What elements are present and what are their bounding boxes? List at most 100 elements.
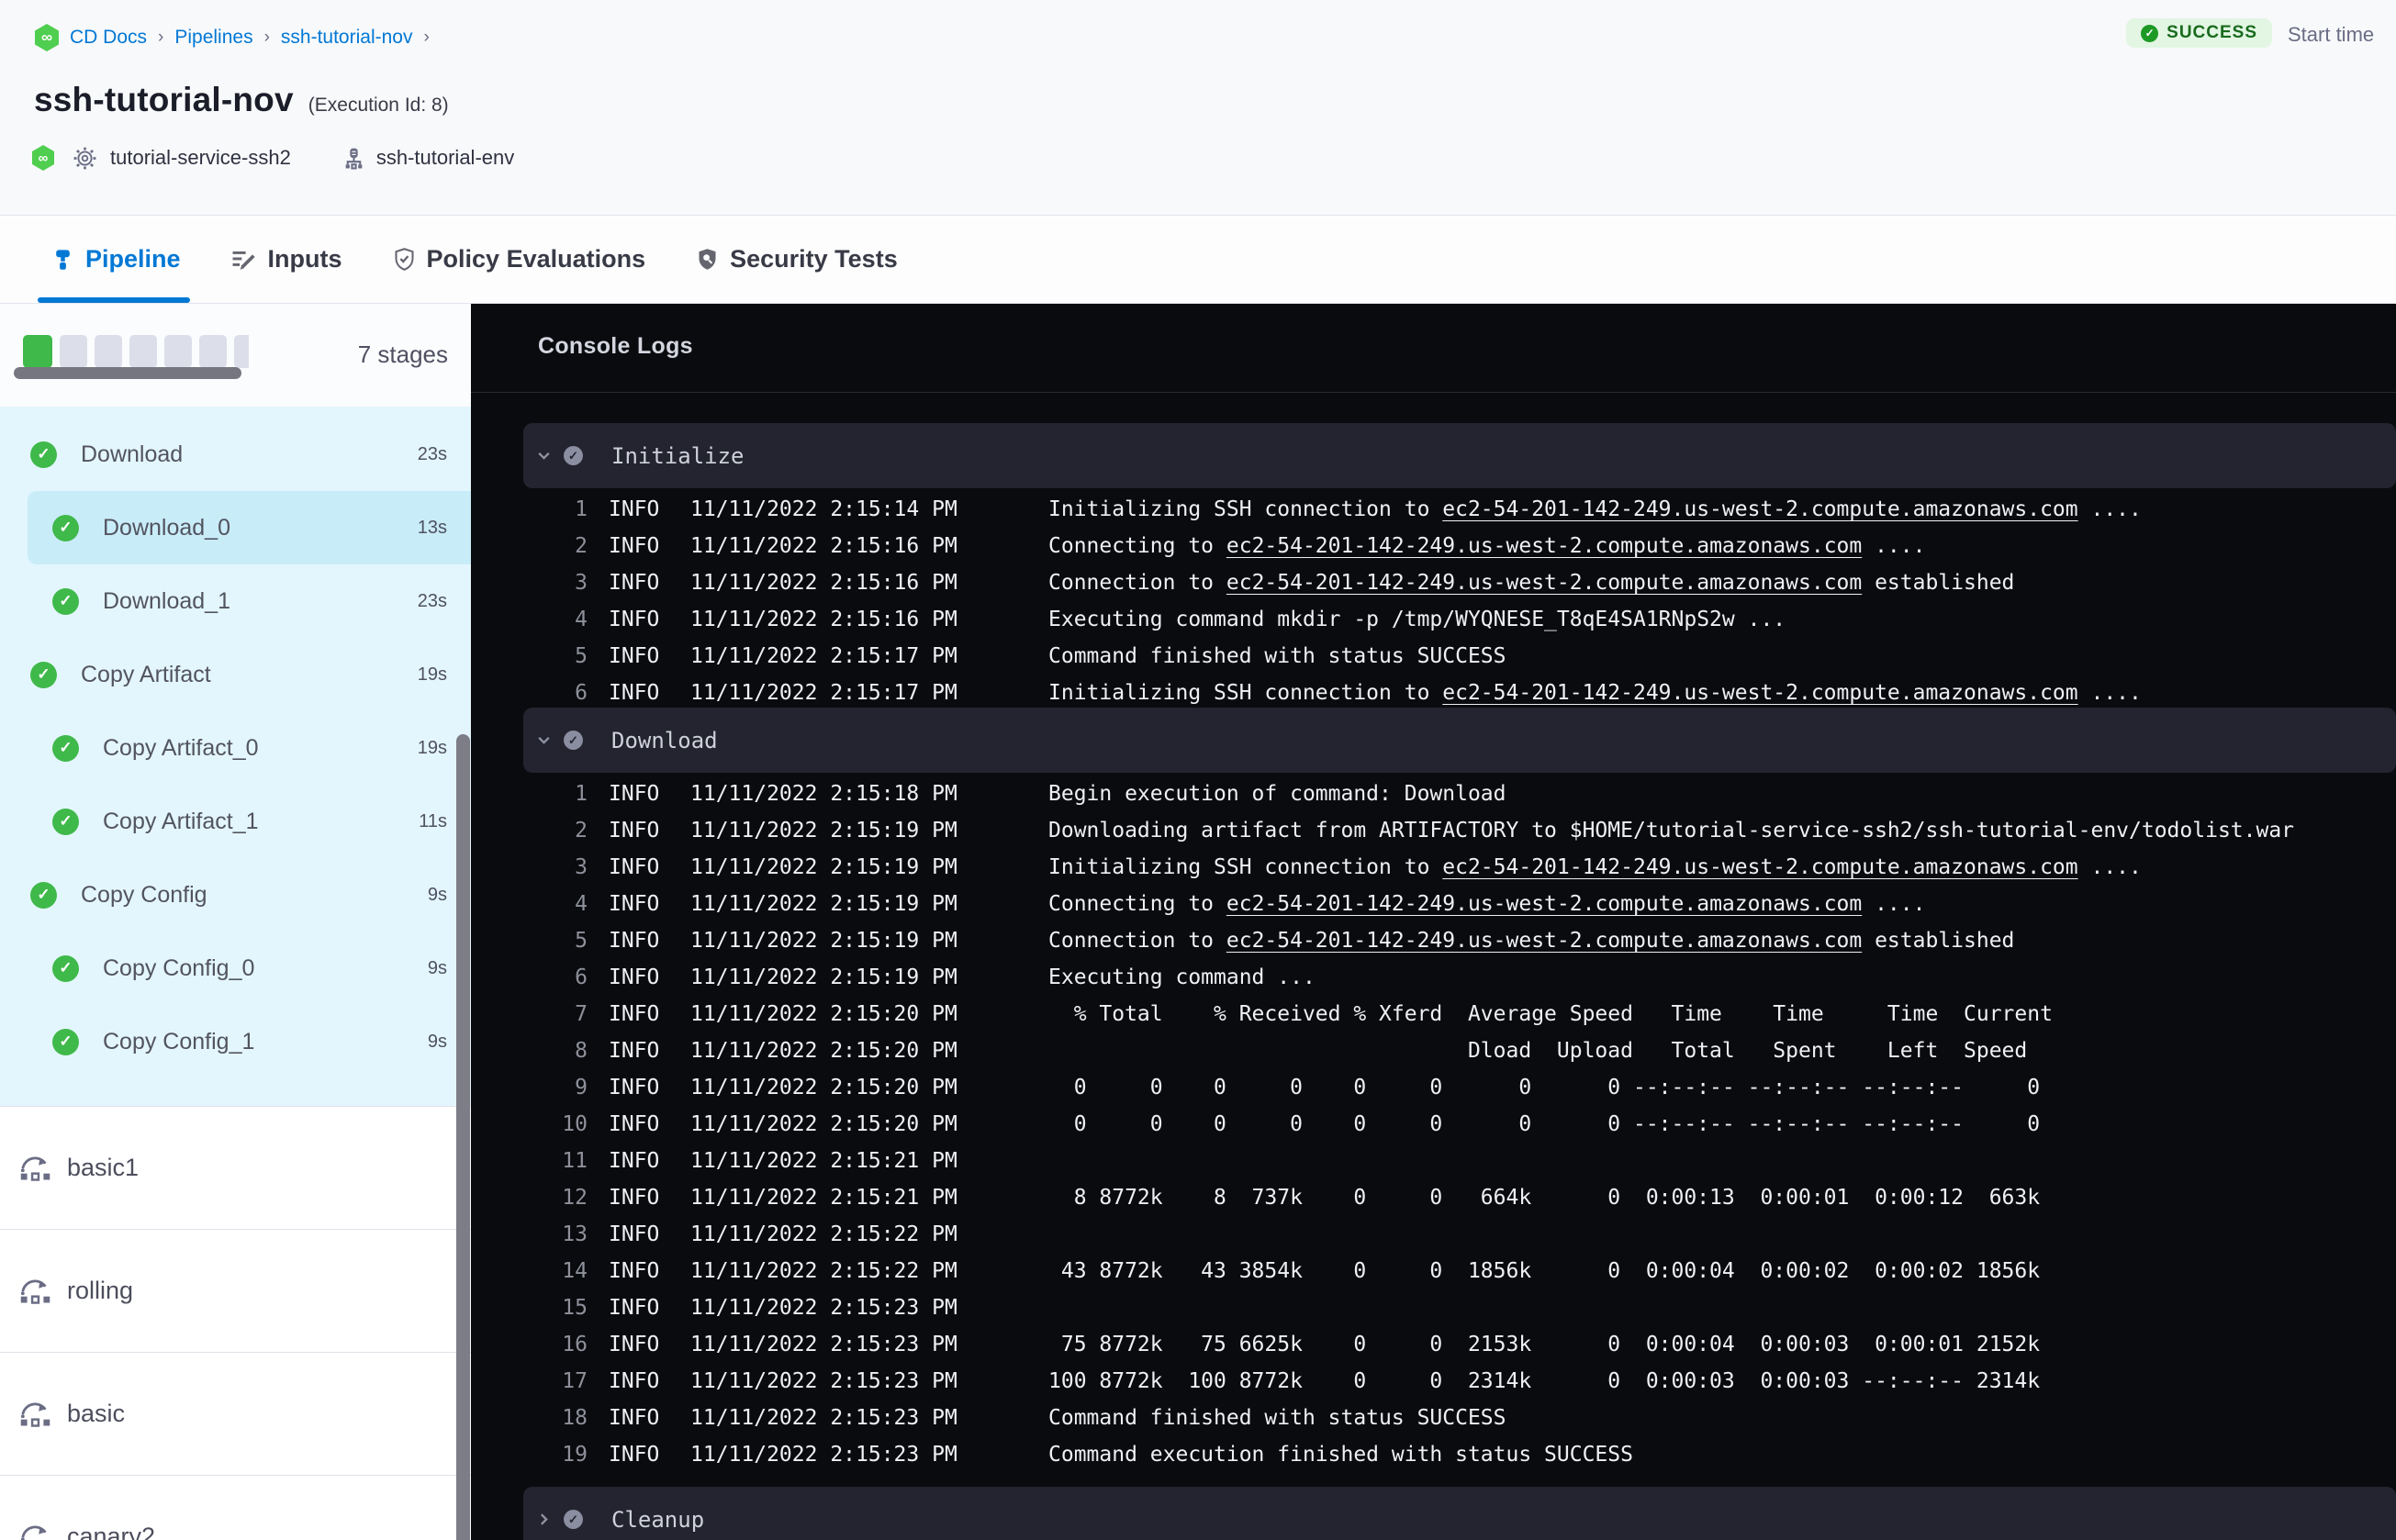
log-line: 11 INFO 11/11/2022 2:15:21 PM <box>471 1143 2396 1179</box>
pipeline-row-canary2[interactable]: canary2 <box>0 1475 471 1540</box>
tab-policy-evaluations[interactable]: Policy Evaluations <box>392 216 646 303</box>
tab-label: Policy Evaluations <box>426 245 646 273</box>
status-badge: ✓ SUCCESS <box>2126 18 2272 48</box>
log-host-link[interactable]: ec2-54-201-142-249.us-west-2.compute.ama… <box>1442 855 2077 879</box>
log-host-link[interactable]: ec2-54-201-142-249.us-west-2.compute.ama… <box>1226 892 1862 916</box>
tab-pipeline[interactable]: Pipeline <box>38 216 190 303</box>
log-line: 4 INFO 11/11/2022 2:15:19 PM Connecting to … <box>471 886 2396 922</box>
log-line-number: 2 <box>575 819 588 843</box>
log-line: 17 INFO 11/11/2022 2:15:23 PM 100 8772k 100… <box>471 1363 2396 1400</box>
section-success-check-icon: ✓ <box>564 1510 583 1529</box>
pipeline-name: basic <box>67 1400 126 1427</box>
environment-name[interactable]: ssh-tutorial-env <box>376 146 514 170</box>
stage-name: Copy Artifact_0 <box>103 734 259 761</box>
log-level: INFO <box>609 1333 660 1356</box>
pipeline-execution-page: ∞ CD Docs › Pipelines › ssh-tutorial-nov… <box>0 0 2396 1540</box>
log-line: 7 INFO 11/11/2022 2:15:20 PM % Total % Rec… <box>471 996 2396 1032</box>
execution-id: (Execution Id: 8) <box>308 95 449 116</box>
log-level: INFO <box>609 1222 660 1246</box>
console-section-header-initialize[interactable]: ✓ Initialize <box>523 423 2396 488</box>
stage-progress-segment <box>23 335 52 368</box>
log-line: 3 INFO 11/11/2022 2:15:16 PM Connection to … <box>471 564 2396 601</box>
breadcrumb-cd-docs[interactable]: CD Docs <box>70 27 147 49</box>
stage-duration: 9s <box>427 1031 447 1052</box>
security-icon <box>695 247 720 272</box>
console-section-header-download[interactable]: ✓ Download <box>523 708 2396 773</box>
stage-row-copy-config-1[interactable]: ✓ Copy Config_1 9s <box>0 1005 471 1078</box>
log-message: Initializing SSH connection to ec2-54-20… <box>1048 855 2142 879</box>
log-message: % Total % Received % Xferd Average Speed… <box>1048 1002 2053 1026</box>
console-section-header-cleanup[interactable]: ✓ Cleanup <box>523 1487 2396 1540</box>
log-timestamp: 11/11/2022 2:15:19 PM <box>690 929 957 953</box>
log-message: 43 8772k 43 3854k 0 0 1856k 0 0:00:04 0:… <box>1048 1259 2041 1283</box>
stage-row-download[interactable]: ✓ Download 23s <box>0 418 471 491</box>
log-line: 3 INFO 11/11/2022 2:15:19 PM Initializing S… <box>471 849 2396 886</box>
log-timestamp: 11/11/2022 2:15:20 PM <box>690 1039 957 1063</box>
log-timestamp: 11/11/2022 2:15:19 PM <box>690 965 957 989</box>
status-badge-label: SUCCESS <box>2166 23 2257 42</box>
pipeline-row-basic[interactable]: basic <box>0 1352 471 1475</box>
log-level: INFO <box>609 1296 660 1320</box>
log-host-link[interactable]: ec2-54-201-142-249.us-west-2.compute.ama… <box>1442 497 2077 521</box>
log-line: 2 INFO 11/11/2022 2:15:16 PM Connecting to … <box>471 528 2396 564</box>
stage-row-copy-artifact[interactable]: ✓ Copy Artifact 19s <box>0 638 471 711</box>
breadcrumb-pipeline-name[interactable]: ssh-tutorial-nov <box>281 27 413 49</box>
stage-row-copy-artifact-0[interactable]: ✓ Copy Artifact_0 19s <box>0 711 471 785</box>
log-line-number: 16 <box>562 1333 588 1356</box>
inputs-icon <box>230 248 258 272</box>
stage-row-download-1[interactable]: ✓ Download_1 23s <box>0 564 471 638</box>
log-timestamp: 11/11/2022 2:15:23 PM <box>690 1333 957 1356</box>
chevron-down-icon <box>536 448 552 463</box>
log-line: 13 INFO 11/11/2022 2:15:22 PM <box>471 1216 2396 1253</box>
log-level: INFO <box>609 608 660 631</box>
log-line-number: 3 <box>575 571 588 595</box>
stage-row-download-0[interactable]: ✓ Download_0 13s <box>28 491 471 564</box>
stage-name: Download_1 <box>103 587 230 614</box>
pipeline-row-rolling[interactable]: rolling <box>0 1229 471 1352</box>
log-line: 9 INFO 11/11/2022 2:15:20 PM 0 0 0 0 0 0 0… <box>471 1069 2396 1106</box>
tab-label: Inputs <box>267 245 342 273</box>
log-line: 10 INFO 11/11/2022 2:15:20 PM 0 0 0 0 0 0 … <box>471 1106 2396 1143</box>
pipeline-row-basic1[interactable]: basic1 <box>0 1106 471 1229</box>
log-host-link[interactable]: ec2-54-201-142-249.us-west-2.compute.ama… <box>1442 681 2077 705</box>
log-line-number: 6 <box>575 965 588 989</box>
log-message: 75 8772k 75 6625k 0 0 2153k 0 0:00:04 0:… <box>1048 1333 2041 1356</box>
log-level: INFO <box>609 1002 660 1026</box>
success-check-icon: ✓ <box>52 808 79 835</box>
log-host-link[interactable]: ec2-54-201-142-249.us-west-2.compute.ama… <box>1226 571 1862 595</box>
log-line-number: 1 <box>575 782 588 806</box>
stage-progress-segment <box>60 335 87 368</box>
tab-security-tests[interactable]: Security Tests <box>695 216 898 303</box>
stage-row-copy-artifact-1[interactable]: ✓ Copy Artifact_1 11s <box>0 785 471 858</box>
log-line: 2 INFO 11/11/2022 2:15:19 PM Downloading ar… <box>471 812 2396 849</box>
stage-progress-segment <box>199 335 227 368</box>
log-timestamp: 11/11/2022 2:15:22 PM <box>690 1259 957 1283</box>
stage-name: Copy Config <box>81 881 207 908</box>
tab-bar: Pipeline Inputs Policy Evaluations Security… <box>0 215 2396 304</box>
log-level: INFO <box>609 1076 660 1099</box>
tab-inputs[interactable]: Inputs <box>230 216 342 303</box>
log-timestamp: 11/11/2022 2:15:17 PM <box>690 681 957 705</box>
success-check-icon: ✓ <box>52 1028 79 1055</box>
console-divider <box>471 392 2396 393</box>
log-level: INFO <box>609 571 660 595</box>
stage-duration: 19s <box>417 664 447 685</box>
stage-row-copy-config[interactable]: ✓ Copy Config 9s <box>0 858 471 932</box>
log-host-link[interactable]: ec2-54-201-142-249.us-west-2.compute.ama… <box>1226 929 1862 953</box>
stage-progress-strip <box>23 335 249 368</box>
stage-row-copy-config-0[interactable]: ✓ Copy Config_0 9s <box>0 932 471 1005</box>
log-line: 1 INFO 11/11/2022 2:15:18 PM Begin executio… <box>471 776 2396 812</box>
log-line-number: 5 <box>575 644 588 668</box>
log-message: 8 8772k 8 737k 0 0 664k 0 0:00:13 0:00:0… <box>1048 1186 2041 1210</box>
breadcrumb-pipelines[interactable]: Pipelines <box>174 27 252 49</box>
stages-sidebar: 7 stages ✓ Download 23s ✓ Download_0 13s ✓ Down… <box>0 304 471 1540</box>
log-line: 4 INFO 11/11/2022 2:15:16 PM Executing comm… <box>471 601 2396 638</box>
log-host-link[interactable]: ec2-54-201-142-249.us-west-2.compute.ama… <box>1226 534 1862 558</box>
log-timestamp: 11/11/2022 2:15:22 PM <box>690 1222 957 1246</box>
log-line: 6 INFO 11/11/2022 2:15:17 PM Initializing S… <box>471 675 2396 711</box>
tab-label: Pipeline <box>85 245 181 273</box>
sidebar-scrollbar[interactable] <box>456 734 470 1540</box>
chevron-right-icon: › <box>423 28 430 47</box>
stage-strip-scrollbar[interactable] <box>14 367 241 379</box>
service-name[interactable]: tutorial-service-ssh2 <box>110 146 291 170</box>
